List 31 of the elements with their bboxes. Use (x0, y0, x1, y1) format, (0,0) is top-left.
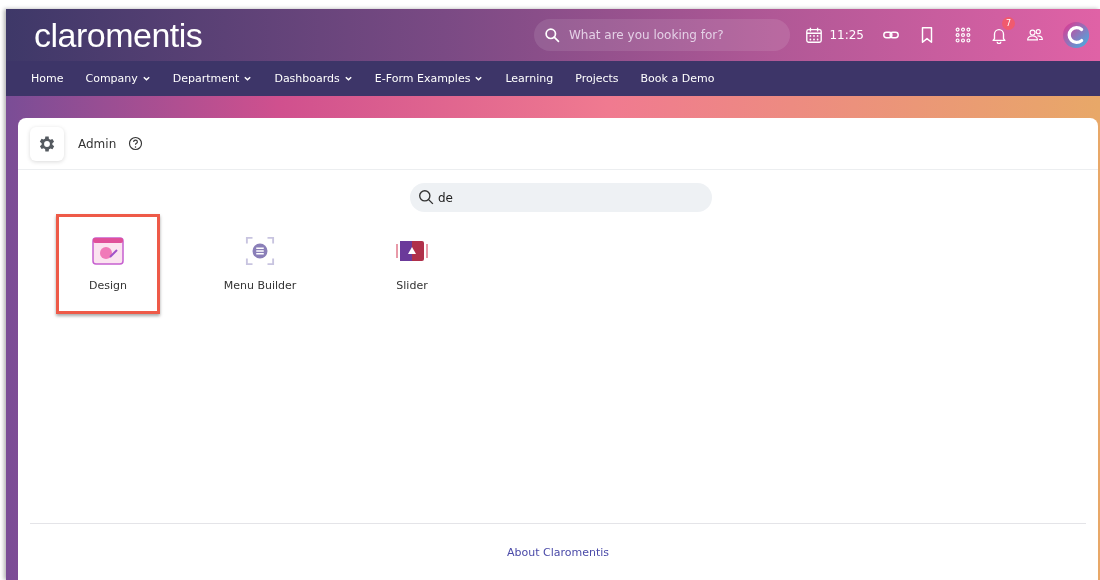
nav-menu-item[interactable]: Home (20, 72, 75, 85)
help-icon[interactable] (128, 136, 144, 151)
nav-menu-item[interactable]: Projects (564, 72, 630, 85)
nav-menu-item[interactable]: Learning (494, 72, 565, 85)
app-tile[interactable]: Design (56, 214, 160, 314)
notification-count: 7 (1002, 17, 1015, 30)
nav-menu-item[interactable]: Book a Demo (629, 72, 726, 85)
search-icon (544, 27, 561, 44)
bell-icon[interactable] (990, 26, 1008, 44)
list-circle-icon (244, 236, 276, 266)
palette-window-icon (92, 236, 124, 266)
people-icon[interactable] (1026, 26, 1044, 44)
search-icon (418, 189, 435, 206)
about-link[interactable]: About Claromentis (506, 545, 610, 559)
user-avatar[interactable] (1062, 21, 1090, 49)
nav-menu-item[interactable]: Company (74, 72, 162, 85)
chevron-down-icon[interactable] (141, 74, 151, 83)
search-field[interactable]: de (410, 183, 712, 212)
clock-time: 11:25 (829, 28, 864, 42)
nav-menu-item[interactable]: E-Form Examples (363, 72, 495, 85)
logo-text[interactable]: claromentis (34, 15, 534, 55)
chevron-down-icon[interactable] (343, 74, 353, 83)
nav-menu-item[interactable]: Department (161, 72, 264, 85)
chevron-down-icon[interactable] (243, 74, 253, 83)
app-tile[interactable]: Menu Builder (208, 214, 312, 314)
nav-menu-item[interactable]: Dashboards (263, 72, 364, 85)
calendar-icon[interactable] (805, 26, 824, 44)
page-title: Admin (78, 136, 117, 151)
chevron-down-icon[interactable] (474, 74, 484, 83)
app-tile[interactable]: Slider (360, 214, 464, 314)
grid-icon[interactable] (954, 26, 972, 44)
